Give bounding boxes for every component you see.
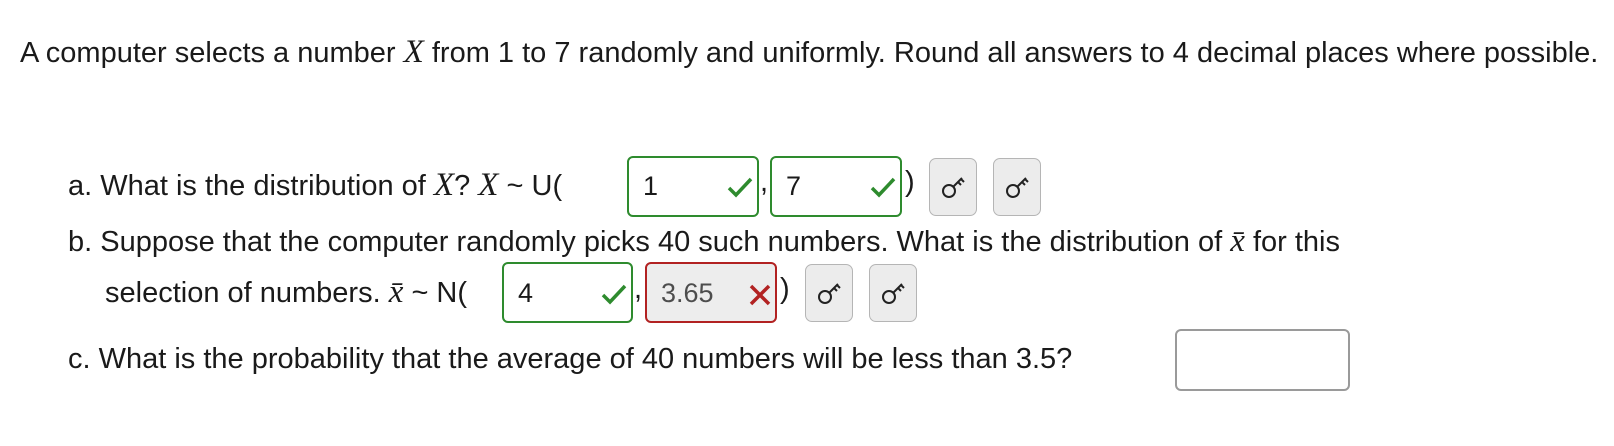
- part-b-input-2-value: 3.65: [661, 278, 714, 308]
- part-b-prompt-line2: selection of numbers. x̄ ~ N(: [105, 273, 467, 312]
- key-icon: [942, 177, 965, 198]
- part-b-input-1[interactable]: 4: [502, 262, 633, 323]
- part-a-var-2: X: [478, 167, 499, 203]
- part-a-close: ): [905, 166, 915, 198]
- part-a-input-2-value: 7: [786, 171, 802, 201]
- xbar-symbol: x̄: [1230, 223, 1245, 259]
- part-b-input-2[interactable]: 3.65: [645, 262, 777, 323]
- variable-x: X: [403, 34, 424, 70]
- part-a-prompt: a. What is the distribution of X? X ~ U(: [68, 166, 562, 205]
- xbar-symbol-2: x̄: [388, 274, 404, 310]
- key-icon: [1006, 177, 1029, 198]
- intro-text-a: A computer selects a number: [20, 37, 396, 69]
- part-a-text: a. What is the distribution of: [68, 170, 426, 202]
- part-c-text: c. What is the probability that the aver…: [68, 343, 1073, 375]
- key-icon: [818, 283, 841, 304]
- part-b-key-button-1[interactable]: [805, 264, 853, 322]
- part-b-input-1-value: 4: [518, 278, 534, 308]
- part-a-key-button-1[interactable]: [929, 158, 977, 216]
- part-b-dist: ~ N(: [411, 277, 468, 309]
- part-a-input-1[interactable]: 1: [627, 156, 759, 217]
- cross-icon: [749, 284, 771, 306]
- part-a-qmark: ?: [454, 170, 471, 202]
- part-a-separator: ,: [760, 166, 769, 198]
- part-c-prompt: c. What is the probability that the aver…: [68, 340, 1072, 378]
- part-b-separator: ,: [634, 273, 643, 305]
- check-icon: [727, 177, 753, 198]
- part-b-text-end: for this: [1252, 226, 1340, 258]
- intro-text-b: from 1 to 7 randomly and uniformly. Roun…: [431, 37, 1599, 69]
- part-a-var: X: [433, 167, 455, 203]
- part-b-line2: selection of numbers.: [105, 277, 381, 309]
- part-b-text: b. Suppose that the computer randomly pi…: [68, 226, 1223, 258]
- part-b-key-button-2[interactable]: [869, 264, 917, 322]
- check-icon: [870, 177, 896, 198]
- question-intro: A computer selects a number X from 1 to …: [20, 33, 1600, 72]
- part-b-close: ): [780, 273, 790, 305]
- part-a-input-2[interactable]: 7: [770, 156, 902, 217]
- part-b-prompt-line1: b. Suppose that the computer randomly pi…: [68, 222, 1340, 261]
- check-icon: [601, 284, 627, 305]
- part-a-input-1-value: 1: [643, 171, 659, 201]
- part-c-input[interactable]: [1175, 329, 1350, 391]
- key-icon: [882, 283, 905, 304]
- part-a-key-button-2[interactable]: [993, 158, 1041, 216]
- part-a-dist: ~ U(: [506, 170, 563, 202]
